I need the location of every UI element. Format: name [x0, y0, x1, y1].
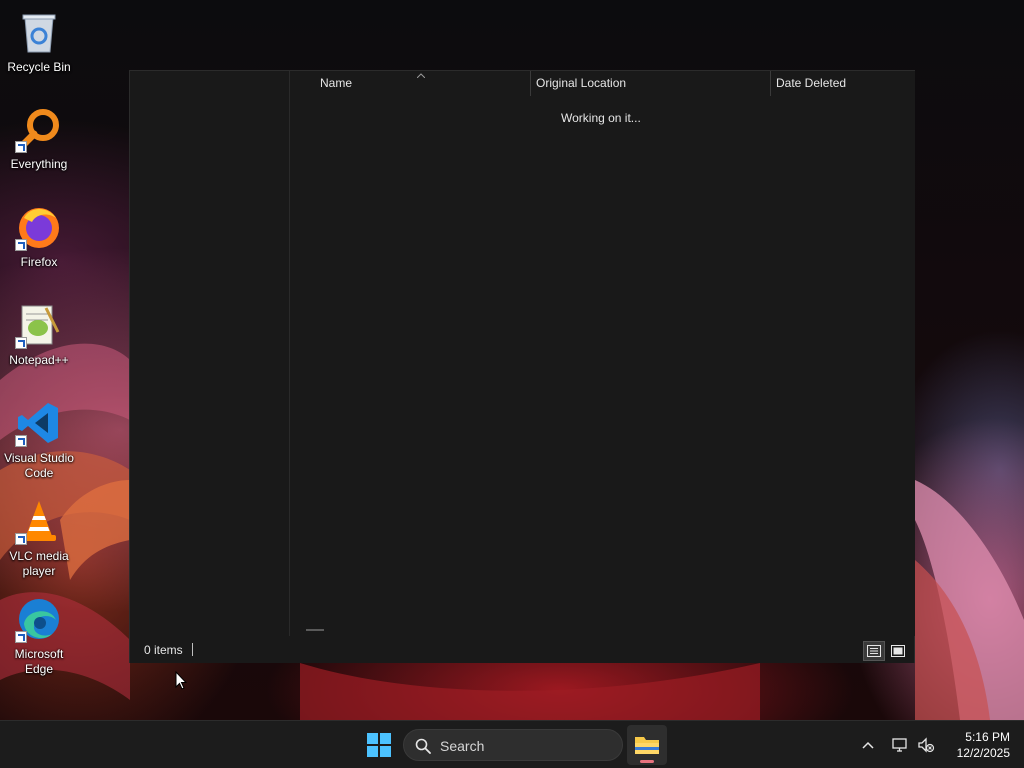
column-header-name-label: Name: [320, 76, 353, 90]
large-icons-view-button[interactable]: [887, 641, 909, 661]
desktop-icon-notepad-plus-plus[interactable]: Notepad++: [2, 301, 76, 368]
column-header-date-deleted-label: Date Deleted: [776, 76, 847, 90]
taskbar: Search 5:16 PM 12/2/2025: [0, 720, 1024, 768]
shortcut-arrow-icon: [15, 631, 27, 643]
network-icon[interactable]: [891, 736, 909, 754]
everything-search-icon: [15, 105, 63, 153]
status-divider: [192, 643, 193, 656]
details-view-button[interactable]: [863, 641, 885, 661]
details-view-icon: [867, 645, 881, 657]
column-headers: Name Original Location Date Deleted: [290, 71, 915, 96]
desktop-icon-edge[interactable]: Microsoft Edge: [2, 595, 76, 677]
horizontal-scrollbar[interactable]: [306, 629, 324, 631]
desktop-icon-label: Visual Studio Code: [4, 451, 74, 480]
shortcut-arrow-icon: [15, 337, 27, 349]
firefox-icon: [15, 203, 63, 251]
desktop-icon-vscode[interactable]: Visual Studio Code: [2, 399, 76, 481]
desktop-icon-label: Notepad++: [9, 353, 69, 367]
file-list-pane[interactable]: Name Original Location Date Deleted Work…: [290, 71, 915, 636]
vlc-icon: [15, 497, 63, 545]
show-hidden-icons-chevron-icon[interactable]: [860, 737, 876, 753]
desktop-icon-everything[interactable]: Everything: [2, 105, 76, 172]
clock-date: 12/2/2025: [956, 746, 1010, 760]
desktop-icon-label: Everything: [10, 157, 68, 171]
column-header-original-location-label: Original Location: [536, 76, 627, 90]
start-button[interactable]: [361, 726, 397, 764]
recycle-bin-window: Name Original Location Date Deleted Work…: [129, 70, 915, 663]
shortcut-arrow-icon: [15, 533, 27, 545]
taskbar-file-explorer-button[interactable]: [627, 725, 667, 765]
status-bar: 0 items: [130, 636, 914, 663]
loading-message: Working on it...: [561, 111, 641, 125]
large-icons-view-icon: [891, 645, 905, 657]
column-header-original-location[interactable]: Original Location: [530, 71, 770, 96]
file-explorer-icon: [635, 737, 659, 754]
taskbar-search-box[interactable]: Search: [403, 729, 623, 761]
search-placeholder: Search: [440, 738, 485, 754]
desktop-icon-vlc[interactable]: VLC media player: [2, 497, 76, 579]
desktop-icon-label: Firefox: [20, 255, 58, 269]
recycle-bin-icon: [15, 8, 63, 56]
desktop-icon-label: VLC media player: [9, 549, 69, 578]
running-app-indicator: [640, 760, 654, 763]
mouse-cursor-icon: [175, 671, 187, 690]
volume-muted-icon[interactable]: [917, 736, 935, 754]
desktop-icon-label: Microsoft Edge: [14, 647, 64, 676]
column-header-date-deleted[interactable]: Date Deleted: [770, 71, 915, 96]
vscode-icon: [15, 399, 63, 447]
notepad-plus-plus-icon: [15, 301, 63, 349]
desktop-icon-label: Recycle Bin: [7, 60, 71, 74]
shortcut-arrow-icon: [15, 435, 27, 447]
desktop-icon-recycle-bin[interactable]: Recycle Bin: [2, 8, 76, 75]
shortcut-arrow-icon: [15, 239, 27, 251]
sort-ascending-icon: [417, 73, 425, 78]
clock-time: 5:16 PM: [965, 730, 1010, 744]
search-icon: [415, 738, 431, 754]
edge-icon: [15, 595, 63, 643]
navigation-pane[interactable]: [130, 71, 290, 636]
desktop-icon-firefox[interactable]: Firefox: [2, 203, 76, 270]
start-windows-icon: [367, 733, 391, 757]
item-count: 0 items: [144, 643, 183, 657]
shortcut-arrow-icon: [15, 141, 27, 153]
taskbar-clock[interactable]: 5:16 PM 12/2/2025: [944, 729, 1010, 761]
